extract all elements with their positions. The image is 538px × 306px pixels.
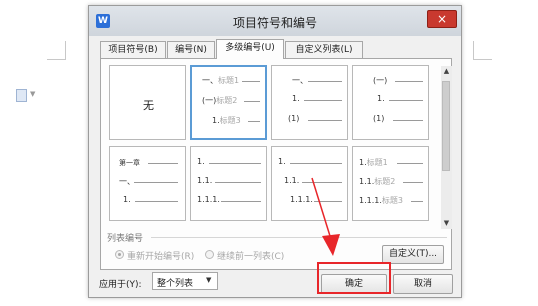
arrow-shaft — [311, 177, 331, 237]
arrow-head — [322, 234, 340, 256]
tab-multilevel[interactable]: 多级编号(U) — [216, 39, 284, 59]
